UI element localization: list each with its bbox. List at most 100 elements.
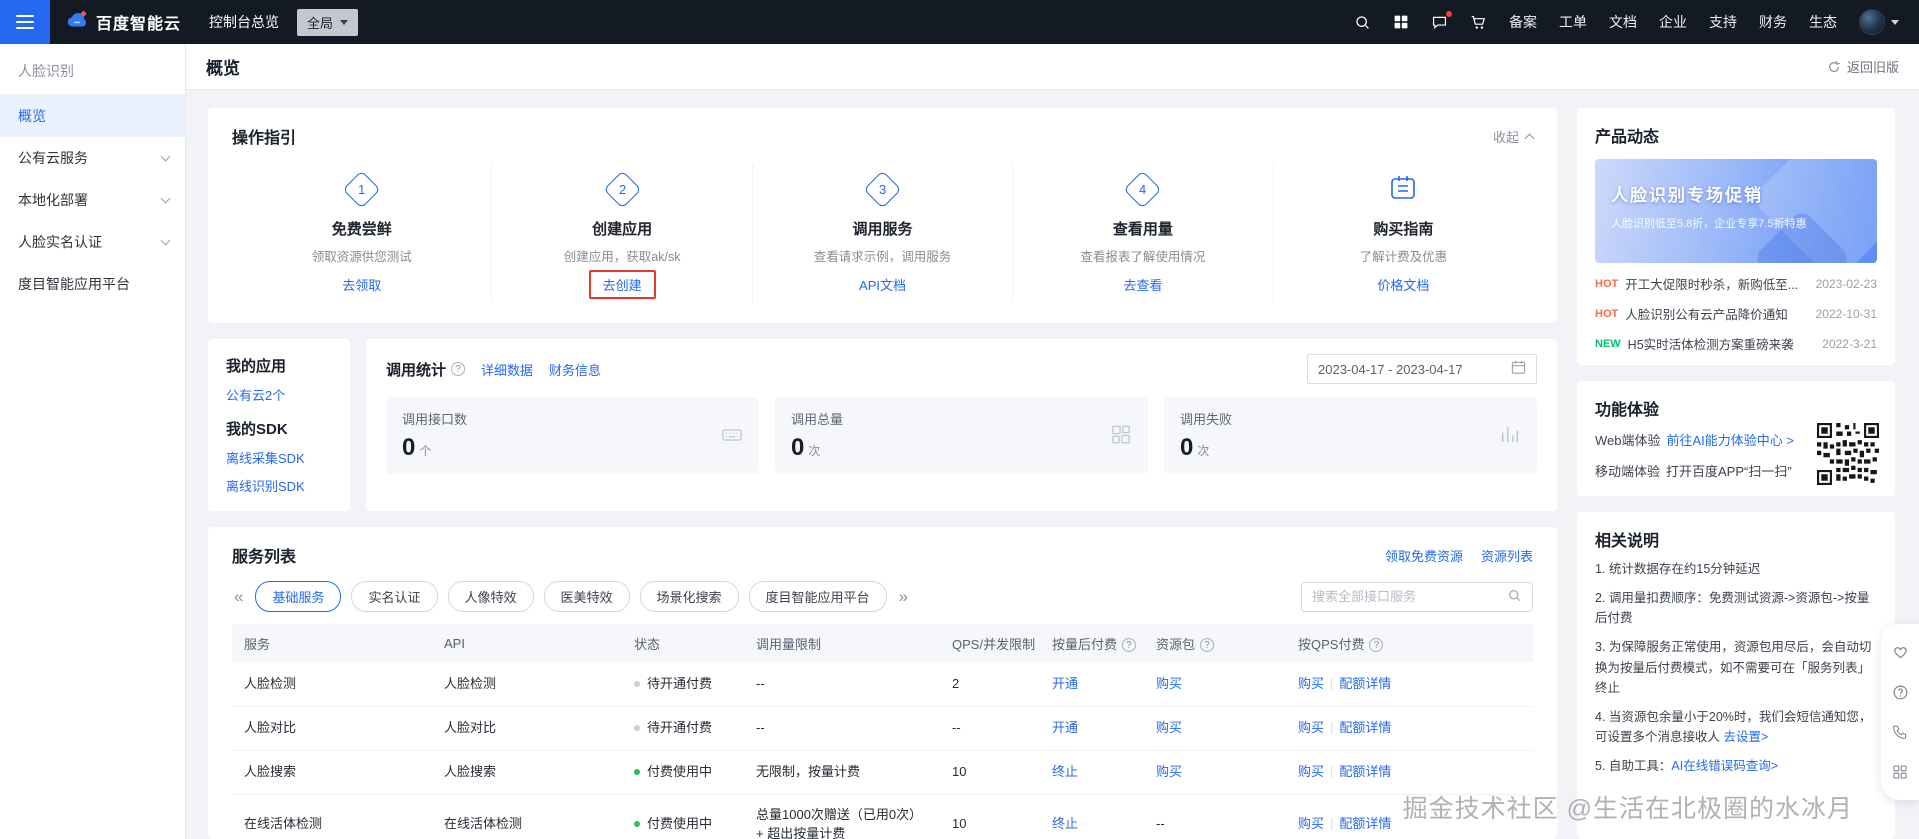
sidebar-item-face-realname[interactable]: 人脸实名认证 [0,221,185,263]
free-resources-link[interactable]: 领取免费资源 [1385,546,1463,565]
service-search-input[interactable] [1312,589,1507,604]
quota-detail-link[interactable]: 配额详情 [1339,816,1391,831]
guide-title: 操作指引 [232,130,297,147]
messages-icon[interactable] [1431,10,1452,31]
refresh-icon [1829,60,1840,72]
search-icon[interactable] [1354,14,1371,31]
date-range-picker[interactable]: 2023-04-17 - 2023-04-17 [1307,354,1537,384]
help-icon[interactable]: ? [1200,638,1215,652]
activate-link[interactable]: 开通 [1052,676,1078,691]
sidebar-item-local-deploy[interactable]: 本地化部署 [0,179,185,221]
resource-list-link[interactable]: 资源列表 [1481,546,1533,565]
cell-qps: 10 [940,750,1040,795]
product-title: 人脸识别 [0,44,185,95]
brand-logo[interactable]: 百度智能云 [66,10,181,35]
help-icon[interactable]: ? [1369,638,1384,652]
terminate-link[interactable]: 终止 [1052,764,1078,779]
tab-scenario-search[interactable]: 场景化搜索 [639,581,739,612]
detail-data-link[interactable]: 详细数据 [481,360,533,379]
topbar-link-gongdan[interactable]: 工单 [1559,12,1587,32]
package-buy-link[interactable]: 购买 [1156,676,1182,691]
topbar-link-wendang[interactable]: 文档 [1609,12,1637,32]
sidebar-item-overview[interactable]: 概览 [0,95,185,137]
news-text: H5实时活体检测方案重磅来袭 [1627,338,1794,352]
help-question-icon[interactable] [1881,672,1919,712]
guide-steps: 1 免费尝鲜 领取资源供您测试 去领取 2 创建应用 创建应用，获取ak/sk … [232,164,1533,303]
step-desc: 查看请求示例，调用服务 [813,250,952,264]
quota-detail-link[interactable]: 配额详情 [1339,720,1391,735]
cell-status: 待开通付费 [622,706,744,751]
apps-grid-icon[interactable] [1393,14,1409,30]
hamburger-menu-icon[interactable] [0,0,50,44]
news-item[interactable]: HOT 人脸识别公有云产品降价通知 2022-10-31 [1595,304,1877,323]
package-buy-link[interactable]: 购买 [1156,720,1182,735]
stat-failed-calls: 调用失败 0 次 [1164,397,1537,474]
go-settings-link[interactable]: 去设置> [1723,730,1768,744]
main-area: 概览 返回旧版 操作指引 收起 1 免费尝鲜 领取资源供您测试 去领取 2 创建… [186,44,1919,839]
sidebar-item-dumu-platform[interactable]: 度目智能应用平台 [0,263,185,305]
error-code-query-link[interactable]: AI在线错误码查询> [1671,759,1778,773]
col-qps-limit: QPS/并发限制 [940,624,1040,662]
favorite-heart-icon[interactable] [1881,632,1919,672]
qps-buy-link[interactable]: 购买 [1298,720,1324,735]
console-overview-link[interactable]: 控制台总览 [209,12,279,32]
help-icon[interactable]: ? [1122,638,1137,652]
tab-basic-services[interactable]: 基础服务 [255,581,342,612]
cart-icon[interactable] [1470,14,1487,31]
guide-step-free-trial: 1 免费尝鲜 领取资源供您测试 去领取 [232,164,493,303]
topbar-link-shengtai[interactable]: 生态 [1809,12,1837,32]
status-dot [634,769,640,776]
collapse-button[interactable]: 收起 [1493,127,1535,146]
phone-support-icon[interactable] [1881,712,1919,752]
help-icon[interactable]: ? [451,362,466,376]
chevron-down-icon [160,235,171,246]
promo-banner[interactable]: 人脸识别专场促销 人脸识别低至5.8折，企业专享7.5折特惠 [1595,159,1877,263]
step-desc: 查看报表了解使用情况 [1080,250,1206,264]
create-app-link[interactable]: 去创建 [588,270,656,299]
tab-portrait-effects[interactable]: 人像特效 [447,581,534,612]
qps-buy-link[interactable]: 购买 [1298,816,1324,831]
news-item[interactable]: NEW H5实时活体检测方案重磅来袭 2022-3-21 [1595,334,1877,353]
activate-link[interactable]: 开通 [1052,720,1078,735]
finance-info-link[interactable]: 财务信息 [549,360,601,379]
topbar-link-zhichi[interactable]: 支持 [1709,12,1737,32]
search-icon[interactable] [1507,588,1522,606]
step-title: 调用服务 [852,221,913,238]
ai-experience-center-link[interactable]: 前往AI能力体验中心 > [1667,433,1795,448]
user-menu[interactable] [1859,9,1899,35]
region-value: 全局 [307,15,334,31]
more-apps-grid-icon[interactable] [1881,752,1919,792]
region-selector[interactable]: 全局 [297,8,359,36]
terminate-link[interactable]: 终止 [1052,816,1078,831]
tabs-scroll-right-icon[interactable]: » [897,588,910,605]
cell-api: 人脸检测 [432,662,622,707]
step-title: 购买指南 [1373,221,1434,238]
cell-service: 人脸对比 [232,706,432,751]
package-buy-link[interactable]: 购买 [1156,764,1182,779]
stat-label: 调用失败 [1180,412,1233,427]
tab-dumu-platform[interactable]: 度目智能应用平台 [748,581,887,612]
quota-detail-link[interactable]: 配额详情 [1339,676,1391,691]
price-doc-link[interactable]: 价格文档 [1377,275,1429,294]
news-item[interactable]: HOT 开工大促限时秒杀，新购低至... 2023-02-23 [1595,274,1877,293]
back-to-old-version-link[interactable]: 返回旧版 [1827,57,1899,76]
public-cloud-apps-link[interactable]: 公有云2个 [226,385,332,404]
offline-recognition-sdk-link[interactable]: 离线识别SDK [226,476,332,495]
tabs-scroll-left-icon[interactable]: « [232,588,245,605]
topbar-link-qiye[interactable]: 企业 [1659,12,1687,32]
tab-realname-auth[interactable]: 实名认证 [351,581,438,612]
qps-buy-link[interactable]: 购买 [1298,676,1324,691]
news-text: 人脸识别公有云产品降价通知 [1625,308,1788,322]
get-resources-link[interactable]: 去领取 [342,275,381,294]
api-doc-link[interactable]: API文档 [859,275,906,294]
topbar-link-caiwu[interactable]: 财务 [1759,12,1787,32]
tab-medical-beauty[interactable]: 医美特效 [543,581,630,612]
view-usage-link[interactable]: 去查看 [1123,275,1162,294]
sidebar-item-public-cloud[interactable]: 公有云服务 [0,137,185,179]
stat-total-calls: 调用总量 0 次 [775,397,1148,474]
service-list-card: 服务列表 领取免费资源 资源列表 « 基础服务 实名认证 人像特效 医美特效 场… [208,527,1557,839]
offline-capture-sdk-link[interactable]: 离线采集SDK [226,448,332,467]
qps-buy-link[interactable]: 购买 [1298,764,1324,779]
topbar-link-beian[interactable]: 备案 [1509,12,1537,32]
quota-detail-link[interactable]: 配额详情 [1339,764,1391,779]
